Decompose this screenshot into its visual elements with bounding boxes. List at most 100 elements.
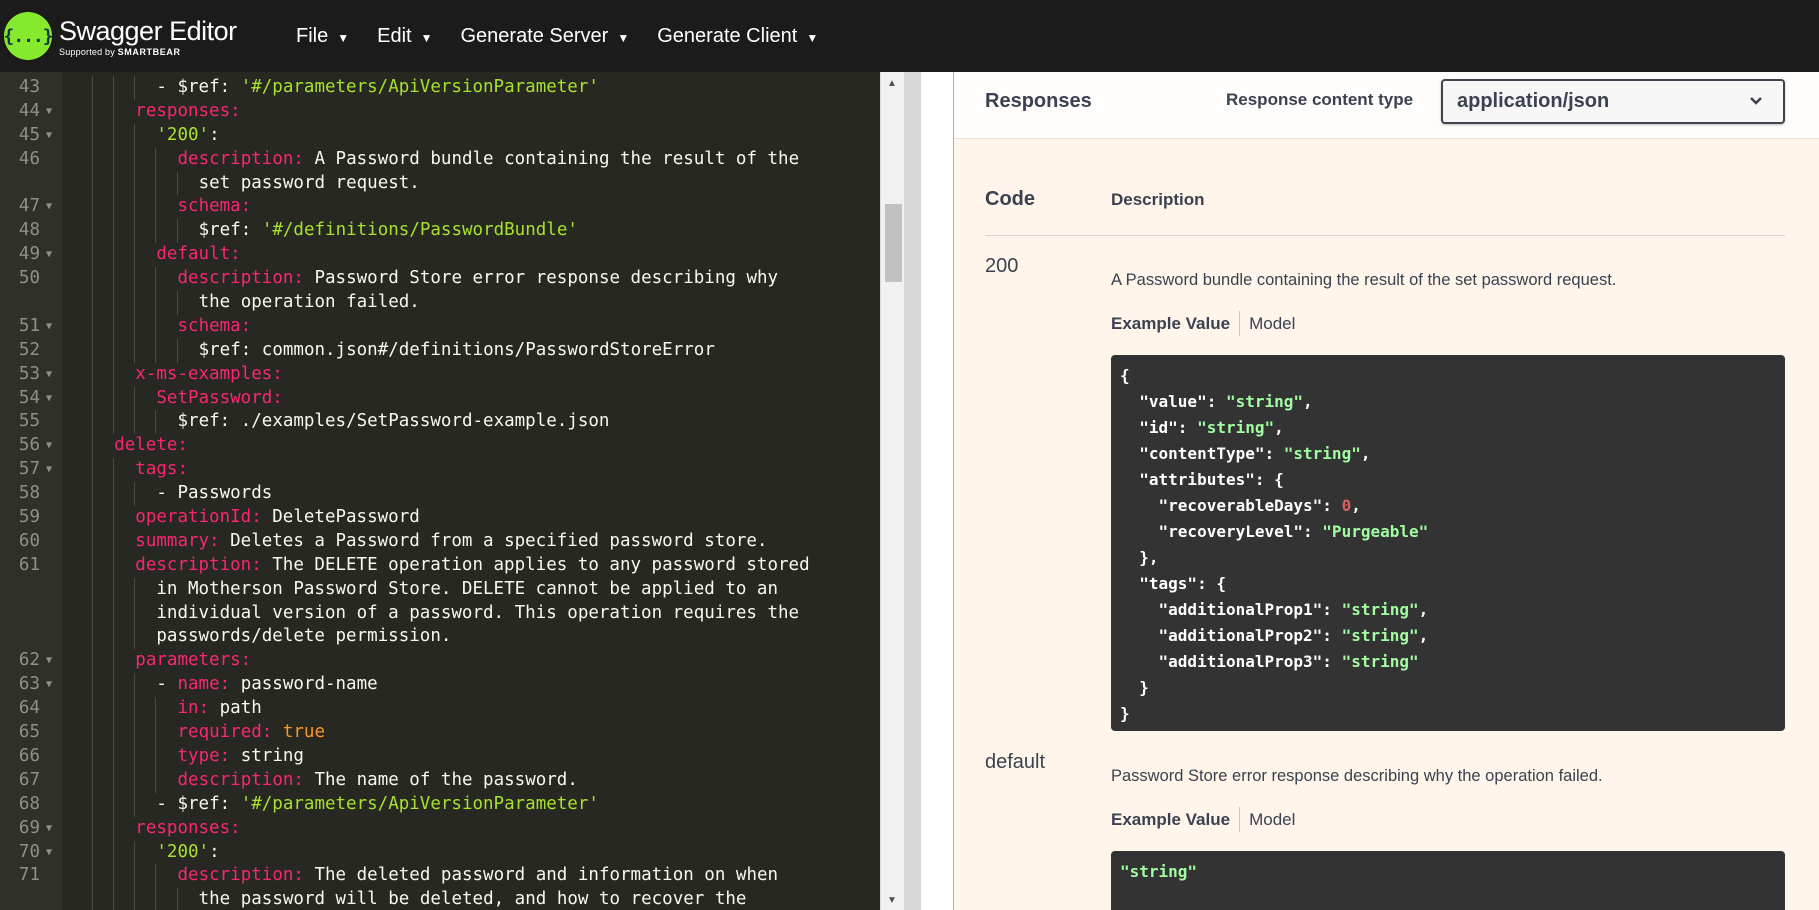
code-line[interactable]: 62 ▼ parameters: bbox=[0, 649, 880, 674]
code-line[interactable]: 53 ▼ x-ms-examples: bbox=[0, 362, 880, 387]
indent-guide bbox=[92, 338, 94, 363]
tab-model[interactable]: Model bbox=[1249, 810, 1295, 830]
fold-toggle-icon[interactable]: ▼ bbox=[46, 124, 52, 148]
menu-generate-client[interactable]: Generate Client ▼ bbox=[643, 0, 832, 72]
fold-toggle-icon[interactable]: ▼ bbox=[46, 649, 52, 673]
code-line[interactable]: 48 $ref: '#/definitions/PasswordBundle' bbox=[0, 219, 880, 244]
code-line[interactable]: 66 type: string bbox=[0, 744, 880, 769]
code-line[interactable]: 70 ▼ '200': bbox=[0, 840, 880, 865]
code-line[interactable]: 43 - $ref: '#/parameters/ApiVersionParame… bbox=[0, 76, 880, 100]
line-number: 59 bbox=[18, 507, 40, 528]
example-value-code[interactable]: { "value": "string", "id": "string", "co… bbox=[1111, 355, 1785, 731]
menu-edit[interactable]: Edit ▼ bbox=[363, 0, 446, 72]
fold-toggle-icon[interactable]: ▼ bbox=[46, 817, 52, 841]
code-line[interactable]: the password will be deleted, and how to… bbox=[0, 888, 880, 910]
code-line[interactable]: 65 required: true bbox=[0, 721, 880, 745]
code-line[interactable]: 47 ▼ schema: bbox=[0, 195, 880, 220]
fold-toggle-icon[interactable]: ▼ bbox=[46, 458, 52, 482]
code-text: - name: password-name bbox=[156, 673, 377, 697]
code-line[interactable]: individual version of a password. This o… bbox=[0, 601, 880, 626]
fold-toggle-icon[interactable]: ▼ bbox=[46, 100, 52, 124]
caret-down-icon: ▼ bbox=[617, 30, 630, 45]
code-line[interactable]: 58 - Passwords bbox=[0, 482, 880, 507]
code-line[interactable]: set password request. bbox=[0, 171, 880, 196]
menu-generate-server[interactable]: Generate Server ▼ bbox=[446, 0, 643, 72]
code-line[interactable]: 69 ▼ responses: bbox=[0, 816, 880, 841]
tab-example-value[interactable]: Example Value bbox=[1111, 810, 1230, 830]
code-token: $ref: common.json#/definitions/PasswordS… bbox=[198, 339, 715, 360]
json-token: "string" bbox=[1283, 444, 1361, 463]
fold-toggle-icon[interactable]: ▼ bbox=[46, 673, 52, 697]
code-line[interactable]: 52 $ref: common.json#/definitions/Passwor… bbox=[0, 338, 880, 363]
indent-guide bbox=[134, 386, 136, 411]
indent-guide bbox=[134, 76, 136, 100]
code-lines[interactable]: 43 - $ref: '#/parameters/ApiVersionParame… bbox=[0, 76, 880, 910]
indent-guide bbox=[92, 529, 94, 554]
code-line[interactable]: 71 description: The deleted password and … bbox=[0, 864, 880, 889]
code-text: description: The DELETE operation applie… bbox=[135, 554, 809, 578]
fold-toggle-icon[interactable]: ▼ bbox=[46, 434, 52, 458]
code-line[interactable]: 44 ▼ responses: bbox=[0, 99, 880, 124]
pane-splitter[interactable] bbox=[904, 72, 921, 910]
scroll-down-arrow-icon[interactable]: ▼ bbox=[887, 895, 897, 906]
fold-toggle-icon[interactable]: ▼ bbox=[46, 387, 52, 411]
indent-guide bbox=[113, 768, 115, 793]
code-line[interactable]: 61 description: The DELETE operation appl… bbox=[0, 553, 880, 578]
code-line[interactable]: 63 ▼ - name: password-name bbox=[0, 673, 880, 698]
code-line[interactable]: passwords/delete permission. bbox=[0, 625, 880, 650]
code-line[interactable]: 68 - $ref: '#/parameters/ApiVersionParame… bbox=[0, 792, 880, 817]
indent-guide bbox=[113, 816, 115, 841]
code-line[interactable]: in Motherson Password Store. DELETE cann… bbox=[0, 577, 880, 602]
code-token: - Passwords bbox=[156, 483, 273, 504]
yaml-editor[interactable]: 43 - $ref: '#/parameters/ApiVersionParame… bbox=[0, 72, 880, 910]
tab-model[interactable]: Model bbox=[1249, 314, 1295, 334]
code-line[interactable]: 54 ▼ SetPassword: bbox=[0, 386, 880, 411]
example-value-code[interactable]: "string" bbox=[1111, 851, 1785, 910]
content-type-select[interactable]: application/json bbox=[1441, 79, 1785, 124]
json-token: "additionalProp3" bbox=[1158, 652, 1323, 671]
line-number: 68 bbox=[18, 793, 40, 814]
code-line[interactable]: 50 description: Password Store error resp… bbox=[0, 267, 880, 292]
scrollbar-thumb[interactable] bbox=[885, 204, 902, 282]
tab-example-value[interactable]: Example Value bbox=[1111, 314, 1230, 334]
code-line[interactable]: 67 description: The name of the password. bbox=[0, 768, 880, 793]
code-text: responses: bbox=[135, 817, 240, 841]
code-line[interactable]: 60 summary: Deletes a Password from a spe… bbox=[0, 529, 880, 554]
fold-toggle-icon[interactable]: ▼ bbox=[46, 363, 52, 387]
code-line[interactable]: 64 in: path bbox=[0, 697, 880, 722]
editor-scrollbar[interactable]: ▲ ▼ bbox=[880, 72, 904, 910]
code-token: description: bbox=[177, 769, 304, 790]
indent-guide bbox=[134, 625, 136, 650]
code-line[interactable]: 59 operationId: DeletePassword bbox=[0, 506, 880, 530]
json-line: "id": "string", bbox=[1120, 417, 1776, 443]
code-line[interactable]: 46 description: A Password bundle contain… bbox=[0, 147, 880, 172]
swagger-editor-logo[interactable]: {...} Swagger Editor Supported by SMARTB… bbox=[3, 0, 282, 72]
code-line[interactable]: 49 ▼ default: bbox=[0, 243, 880, 268]
code-line[interactable]: 55 $ref: ./examples/SetPassword-example.j… bbox=[0, 410, 880, 435]
fold-toggle-icon[interactable]: ▼ bbox=[46, 243, 52, 267]
code-line[interactable]: 51 ▼ schema: bbox=[0, 314, 880, 339]
indent-guide bbox=[92, 744, 94, 769]
fold-toggle-icon[interactable]: ▼ bbox=[46, 841, 52, 865]
tab-divider bbox=[1239, 807, 1241, 832]
fold-toggle-icon[interactable]: ▼ bbox=[46, 195, 52, 219]
code-line[interactable]: 56 ▼ delete: bbox=[0, 434, 880, 459]
json-token: "string" bbox=[1197, 418, 1275, 437]
line-number: 61 bbox=[18, 554, 40, 575]
code-token: string bbox=[230, 745, 304, 766]
code-line[interactable]: the operation failed. bbox=[0, 291, 880, 315]
menu-file[interactable]: File ▼ bbox=[282, 0, 363, 72]
json-line: "recoveryLevel": "Purgeable" bbox=[1120, 521, 1776, 547]
caret-down-icon: ▼ bbox=[420, 30, 433, 45]
scroll-up-arrow-icon[interactable]: ▲ bbox=[887, 78, 897, 89]
fold-toggle-icon[interactable]: ▼ bbox=[46, 315, 52, 339]
indent-guide bbox=[113, 362, 115, 387]
code-text: individual version of a password. This o… bbox=[156, 602, 799, 626]
code-token: description: bbox=[135, 554, 262, 575]
code-line[interactable]: 57 ▼ tags: bbox=[0, 458, 880, 483]
code-line[interactable]: 45 ▼ '200': bbox=[0, 123, 880, 148]
